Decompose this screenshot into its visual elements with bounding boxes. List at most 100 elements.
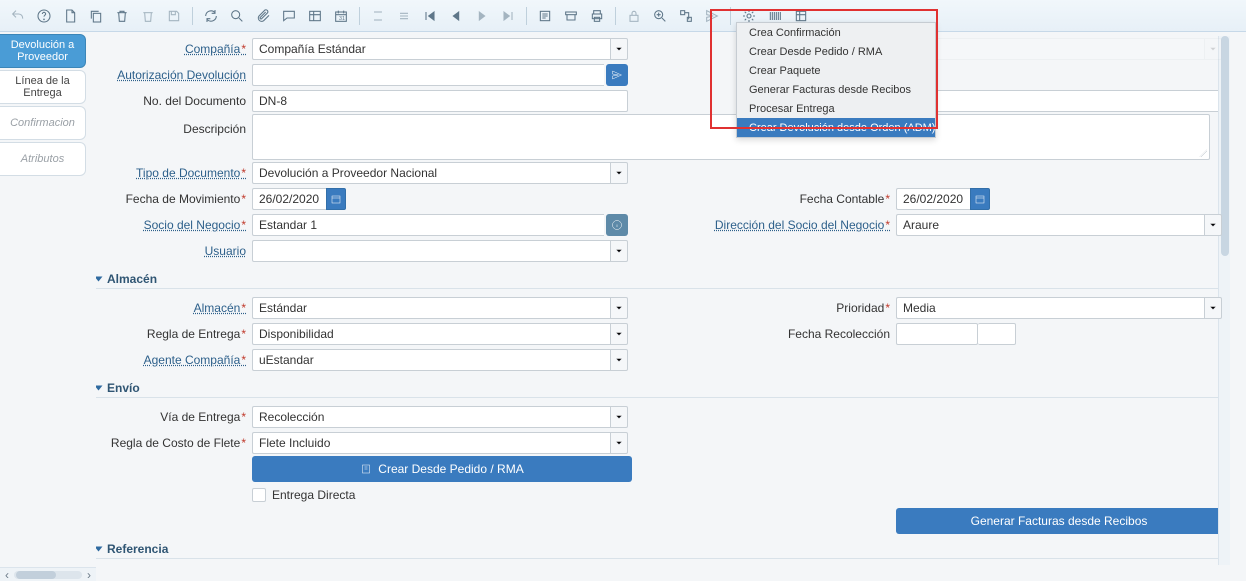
request-icon[interactable] bbox=[700, 4, 724, 28]
label-tipo-doc[interactable]: Tipo de Documento bbox=[96, 160, 252, 186]
tab-linea-entrega[interactable]: Línea de la Entrega bbox=[0, 70, 86, 104]
label-prioridad: Prioridad bbox=[676, 295, 896, 321]
undo-icon[interactable] bbox=[6, 4, 30, 28]
dropdown-tipo-doc[interactable] bbox=[610, 162, 628, 184]
horizontal-scrollbar[interactable]: ‹ › bbox=[0, 567, 96, 581]
field-regla-flete[interactable]: Flete Incluido bbox=[252, 432, 610, 454]
archive-icon[interactable] bbox=[559, 4, 583, 28]
first-icon[interactable] bbox=[418, 4, 442, 28]
field-autorizacion[interactable] bbox=[252, 64, 604, 86]
field-compania[interactable]: Compañía Estándar bbox=[252, 38, 610, 60]
tab-atributos[interactable]: Atributos bbox=[0, 142, 86, 176]
field-tipo-doc[interactable]: Devolución a Proveedor Nacional bbox=[252, 162, 610, 184]
label-descripcion: Descripción bbox=[96, 114, 252, 140]
dropdown-right-hidden[interactable] bbox=[1204, 38, 1222, 60]
dropdown-almacen[interactable] bbox=[610, 297, 628, 319]
next-icon[interactable] bbox=[470, 4, 494, 28]
info-socio[interactable] bbox=[606, 214, 628, 236]
side-tabs: Devolución a Proveedor Línea de la Entre… bbox=[0, 32, 86, 176]
label-socio[interactable]: Socio del Negocio bbox=[96, 212, 252, 238]
field-prioridad[interactable]: Media bbox=[896, 297, 1204, 319]
field-socio[interactable]: Estandar 1 bbox=[252, 214, 604, 236]
save-icon[interactable] bbox=[162, 4, 186, 28]
button-generar-facturas[interactable]: Generar Facturas desde Recibos bbox=[896, 508, 1222, 534]
field-fecha-recol-time[interactable] bbox=[978, 323, 1016, 345]
svg-text:31: 31 bbox=[339, 16, 345, 22]
lookup-autorizacion[interactable] bbox=[606, 64, 628, 86]
delete-icon[interactable] bbox=[110, 4, 134, 28]
label-regla-flete: Regla de Costo de Flete bbox=[96, 430, 252, 456]
field-almacen[interactable]: Estándar bbox=[252, 297, 610, 319]
field-usuario[interactable] bbox=[252, 240, 610, 262]
field-via[interactable]: Recolección bbox=[252, 406, 610, 428]
field-no-doc[interactable]: DN-8 bbox=[252, 90, 628, 112]
label-autorizacion[interactable]: Autorización Devolución bbox=[96, 62, 252, 88]
label-entrega-directa: Entrega Directa bbox=[272, 488, 355, 502]
dropdown-agente[interactable] bbox=[610, 349, 628, 371]
menu-crear-devolucion-adm[interactable]: Crear Devolución desde Orden (ADM) bbox=[737, 118, 935, 137]
field-agente[interactable]: uEstandar bbox=[252, 349, 610, 371]
label-regla-entrega: Regla de Entrega bbox=[96, 321, 252, 347]
label-agente[interactable]: Agente Compañía bbox=[96, 347, 252, 373]
calendar-fecha-cont[interactable] bbox=[970, 188, 990, 210]
workflow-icon[interactable] bbox=[674, 4, 698, 28]
prev-icon[interactable] bbox=[444, 4, 468, 28]
section-referencia[interactable]: Referencia bbox=[96, 542, 1230, 556]
parent-icon[interactable] bbox=[366, 4, 390, 28]
section-almacen[interactable]: Almacén bbox=[96, 272, 1230, 286]
toolbar: 31 bbox=[0, 0, 1246, 32]
dropdown-compania[interactable] bbox=[610, 38, 628, 60]
dropdown-usuario[interactable] bbox=[610, 240, 628, 262]
last-icon[interactable] bbox=[496, 4, 520, 28]
menu-crear-paquete[interactable]: Crear Paquete bbox=[737, 61, 935, 80]
dropdown-regla-entrega[interactable] bbox=[610, 323, 628, 345]
search-icon[interactable] bbox=[225, 4, 249, 28]
label-almacen[interactable]: Almacén bbox=[96, 295, 252, 321]
dropdown-dir-socio[interactable] bbox=[1204, 214, 1222, 236]
menu-crear-rma[interactable]: Crear Desde Pedido / RMA bbox=[737, 42, 935, 61]
calendar-icon[interactable]: 31 bbox=[329, 4, 353, 28]
label-no-doc: No. del Documento bbox=[96, 88, 252, 114]
tab-confirmacion[interactable]: Confirmacion bbox=[0, 106, 86, 140]
report-icon[interactable] bbox=[533, 4, 557, 28]
tab-devolucion[interactable]: Devolución a Proveedor bbox=[0, 34, 86, 68]
label-fecha-cont: Fecha Contable bbox=[676, 186, 896, 212]
dropdown-regla-flete[interactable] bbox=[610, 432, 628, 454]
field-fecha-cont[interactable]: 26/02/2020 bbox=[896, 188, 970, 210]
label-usuario[interactable]: Usuario bbox=[96, 238, 252, 264]
refresh-icon[interactable] bbox=[199, 4, 223, 28]
form-panel: Compañía Compañía Estándar bbox=[96, 36, 1230, 565]
lines-icon[interactable] bbox=[392, 4, 416, 28]
help-icon[interactable] bbox=[32, 4, 56, 28]
section-envio[interactable]: Envío bbox=[96, 381, 1230, 395]
lock-icon[interactable] bbox=[622, 4, 646, 28]
process-menu: Crea Confirmación Crear Desde Pedido / R… bbox=[736, 22, 936, 138]
field-regla-entrega[interactable]: Disponibilidad bbox=[252, 323, 610, 345]
checkbox-entrega-directa[interactable] bbox=[252, 488, 266, 502]
print-icon[interactable] bbox=[585, 4, 609, 28]
menu-generar-facturas[interactable]: Generar Facturas desde Recibos bbox=[737, 80, 935, 99]
field-ref-orden[interactable] bbox=[896, 90, 1222, 112]
label-fecha-recol: Fecha Recolección bbox=[676, 321, 896, 347]
label-via: Vía de Entrega bbox=[96, 404, 252, 430]
menu-crea-confirmacion[interactable]: Crea Confirmación bbox=[737, 23, 935, 42]
field-dir-socio[interactable]: Araure bbox=[896, 214, 1204, 236]
menu-procesar-entrega[interactable]: Procesar Entrega bbox=[737, 99, 935, 118]
copy-icon[interactable] bbox=[84, 4, 108, 28]
field-fecha-mov[interactable]: 26/02/2020 bbox=[252, 188, 326, 210]
calendar-fecha-mov[interactable] bbox=[326, 188, 346, 210]
label-dir-socio[interactable]: Dirección del Socio del Negocio bbox=[676, 212, 896, 238]
label-fecha-mov: Fecha de Movimiento bbox=[96, 186, 252, 212]
chat-icon[interactable] bbox=[277, 4, 301, 28]
field-fecha-recol-date[interactable] bbox=[896, 323, 978, 345]
button-crear-rma[interactable]: Crear Desde Pedido / RMA bbox=[252, 456, 632, 482]
field-descripcion[interactable] bbox=[252, 114, 1210, 160]
delete2-icon[interactable] bbox=[136, 4, 160, 28]
grid-icon[interactable] bbox=[303, 4, 327, 28]
new-icon[interactable] bbox=[58, 4, 82, 28]
zoom-icon[interactable] bbox=[648, 4, 672, 28]
attach-icon[interactable] bbox=[251, 4, 275, 28]
label-compania[interactable]: Compañía bbox=[96, 36, 252, 62]
dropdown-via[interactable] bbox=[610, 406, 628, 428]
dropdown-prioridad[interactable] bbox=[1204, 297, 1222, 319]
